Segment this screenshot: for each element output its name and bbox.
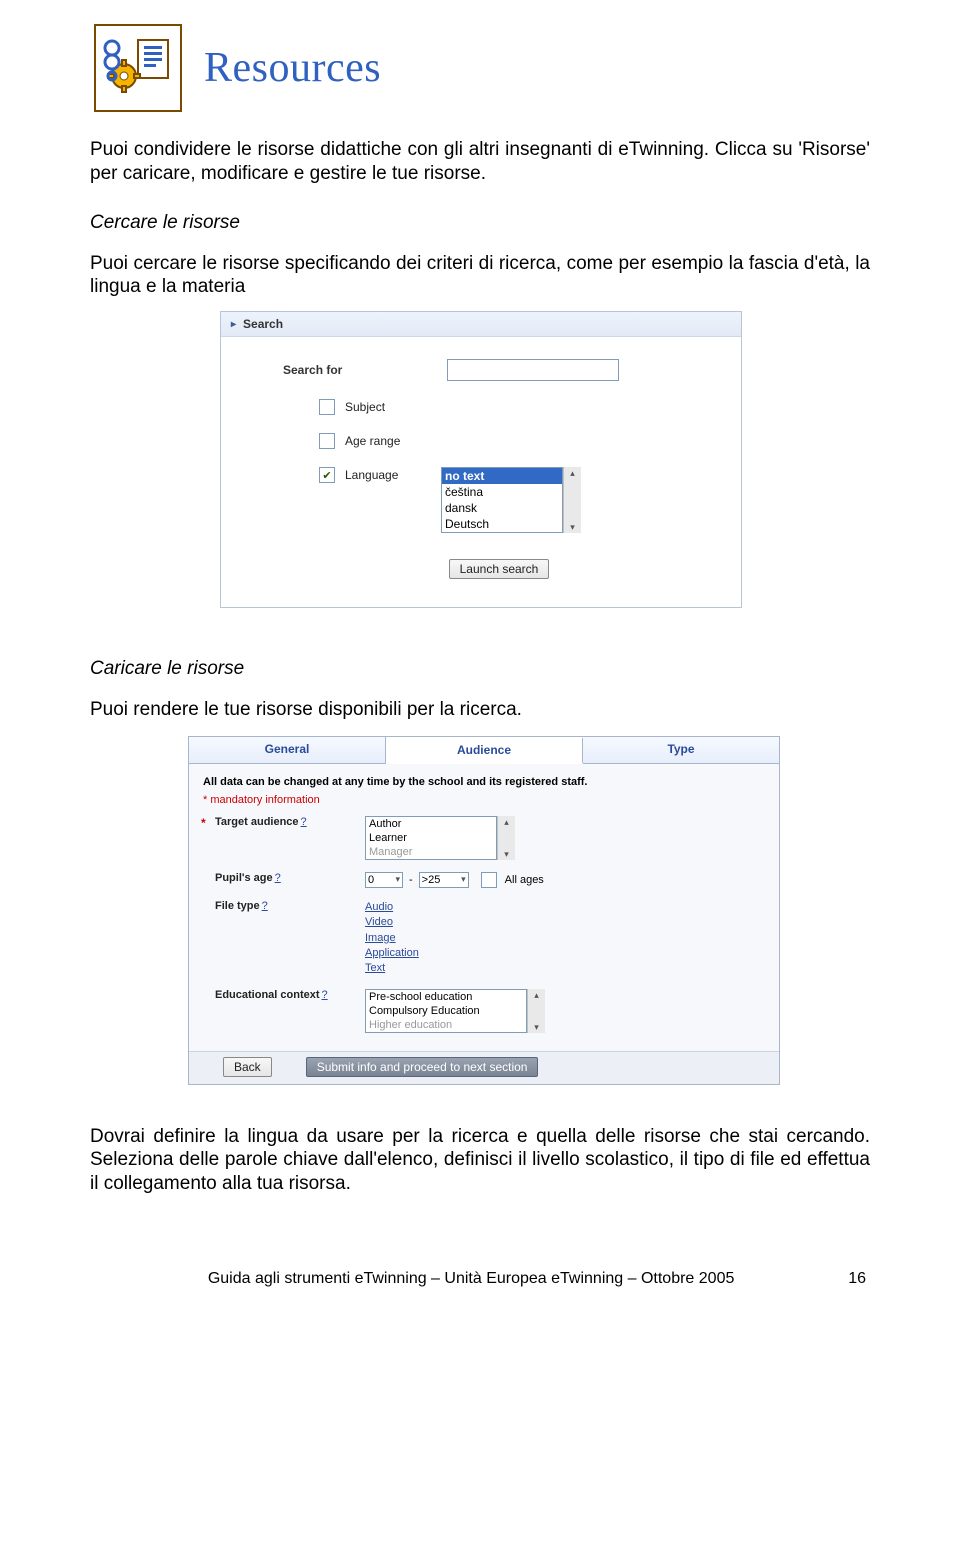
scrollbar[interactable]: ▴▾ [497, 816, 515, 860]
header: Resources [94, 24, 870, 112]
list-item[interactable]: Higher education [366, 1018, 526, 1032]
required-icon: * [201, 816, 215, 830]
list-item[interactable]: dansk [442, 500, 562, 516]
resources-title: Resources [204, 44, 381, 92]
search-input[interactable] [447, 359, 619, 381]
list-item[interactable]: Pre-school education [366, 990, 526, 1004]
panel-title: Search [243, 317, 283, 331]
pupils-age-label: Pupil's age [215, 872, 273, 884]
section-heading-search: Cercare le risorse [90, 212, 870, 234]
upload-form-panel: General Audience Type All data can be ch… [188, 736, 780, 1085]
list-item[interactable]: no text [442, 468, 562, 484]
section-text-upload: Puoi rendere le tue risorse disponibili … [90, 698, 870, 722]
resources-logo-icon [94, 24, 182, 112]
help-link[interactable]: ? [322, 989, 328, 1001]
search-for-label: Search for [283, 363, 403, 377]
list-item[interactable]: Author [366, 817, 496, 831]
file-type-label: File type [215, 900, 260, 912]
target-audience-label: Target audience [215, 816, 299, 828]
help-link[interactable]: ? [301, 816, 307, 828]
filetype-link[interactable]: Text [365, 961, 767, 976]
scrollbar[interactable]: ▴▾ [563, 467, 581, 533]
help-link[interactable]: ? [262, 900, 268, 912]
form-note: All data can be changed at any time by t… [203, 776, 765, 788]
launch-search-button[interactable]: Launch search [449, 559, 550, 579]
all-ages-label: All ages [505, 874, 544, 886]
list-item[interactable]: Manager [366, 845, 496, 859]
list-item[interactable]: Compulsory Education [366, 1004, 526, 1018]
age-range-label: Age range [345, 434, 400, 448]
page-footer: Guida agli strumenti eTwinning – Unità E… [90, 1270, 870, 1288]
search-panel: ▸ Search Search for Subject Age range ✔ [220, 311, 742, 608]
outro-text: Dovrai definire la lingua da usare per l… [90, 1125, 870, 1196]
row-pupils-age: Pupil's age? 0▾ - >25▾ All ages [201, 872, 767, 888]
filetype-link[interactable]: Audio [365, 900, 767, 915]
tab-type[interactable]: Type [583, 737, 779, 763]
tab-bar: General Audience Type [189, 737, 779, 764]
section-heading-upload: Caricare le risorse [90, 658, 870, 680]
row-target-audience: * Target audience? Author Learner Manage… [201, 816, 767, 860]
subject-checkbox[interactable] [319, 399, 335, 415]
list-item[interactable]: Learner [366, 831, 496, 845]
tab-general[interactable]: General [189, 737, 386, 763]
age-range-checkbox[interactable] [319, 433, 335, 449]
age-from-select[interactable]: 0▾ [365, 872, 403, 888]
filetype-link[interactable]: Video [365, 915, 767, 930]
age-to-select[interactable]: >25▾ [419, 872, 469, 888]
target-audience-select[interactable]: Author Learner Manager ▴▾ [365, 816, 767, 860]
filetype-link[interactable]: Image [365, 931, 767, 946]
row-educational-context: Educational context? Pre-school educatio… [201, 989, 767, 1033]
back-button[interactable]: Back [223, 1057, 272, 1077]
language-label: Language [345, 467, 441, 482]
submit-button[interactable]: Submit info and proceed to next section [306, 1057, 539, 1077]
scrollbar[interactable]: ▴▾ [527, 989, 545, 1033]
row-file-type: File type? Audio Video Image Application… [201, 900, 767, 977]
language-checkbox[interactable]: ✔ [319, 467, 335, 483]
page-number: 16 [848, 1270, 866, 1288]
footer-text: Guida agli strumenti eTwinning – Unità E… [208, 1270, 735, 1288]
filetype-link[interactable]: Application [365, 946, 767, 961]
educational-context-select[interactable]: Pre-school education Compulsory Educatio… [365, 989, 767, 1033]
panel-header: ▸ Search [221, 312, 741, 337]
list-item[interactable]: čeština [442, 484, 562, 500]
mandatory-note: * mandatory information [203, 794, 767, 806]
subject-label: Subject [345, 400, 385, 414]
expand-icon[interactable]: ▸ [231, 319, 236, 330]
section-text-search: Puoi cercare le risorse specificando dei… [90, 252, 870, 300]
list-item[interactable]: Deutsch [442, 516, 562, 532]
educational-context-label: Educational context [215, 989, 320, 1001]
language-listbox[interactable]: no text čeština dansk Deutsch ▴▾ [441, 467, 581, 533]
tab-audience[interactable]: Audience [386, 738, 583, 764]
all-ages-checkbox[interactable] [481, 872, 497, 888]
intro-text: Puoi condividere le risorse didattiche c… [90, 138, 870, 186]
help-link[interactable]: ? [275, 872, 281, 884]
